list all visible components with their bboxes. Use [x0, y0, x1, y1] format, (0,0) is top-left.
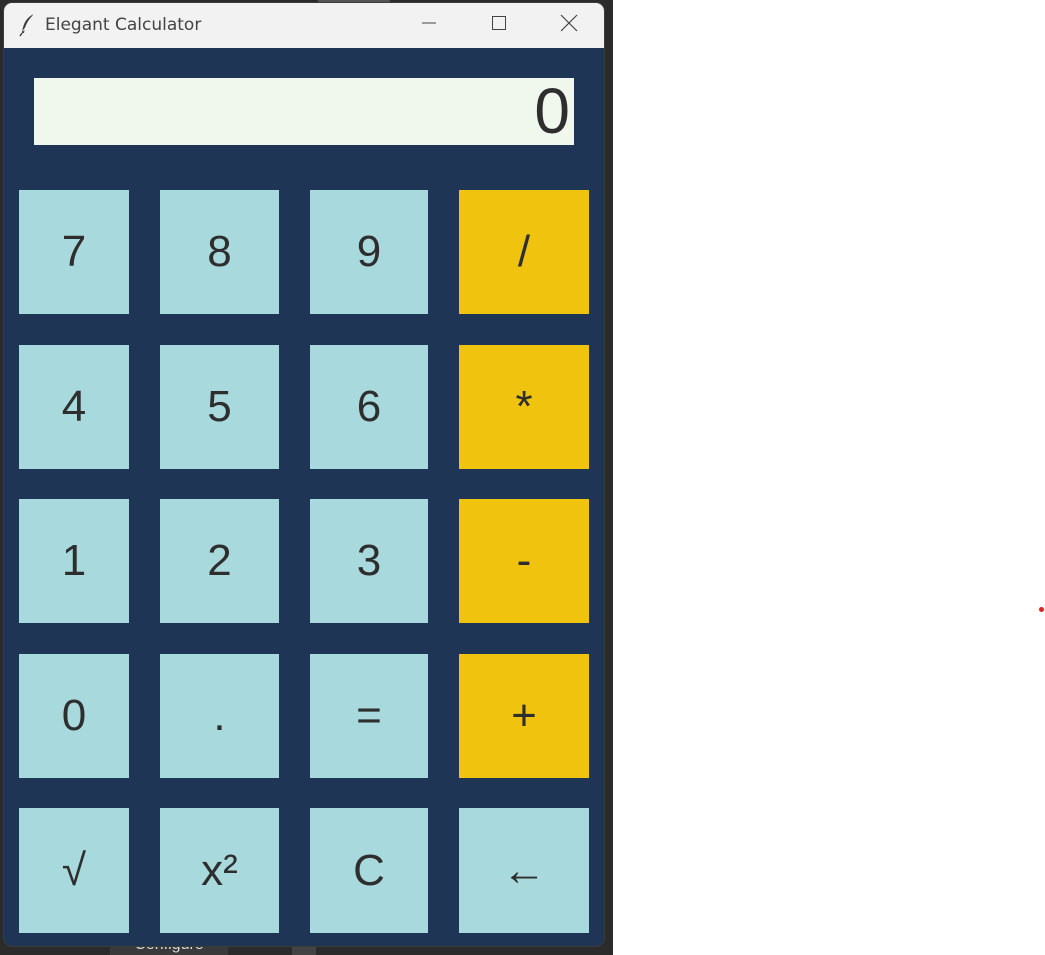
- key-3[interactable]: 3: [310, 499, 428, 623]
- key-6[interactable]: 6: [310, 345, 428, 469]
- key-multiply[interactable]: *: [459, 345, 589, 469]
- key-square-root[interactable]: √: [19, 808, 129, 933]
- maximize-icon: [491, 15, 507, 36]
- key-5[interactable]: 5: [160, 345, 279, 469]
- calculator-window: Elegant Calculator 0 7 8 9 / 4 5 6 * 1 2…: [4, 3, 604, 946]
- key-2[interactable]: 2: [160, 499, 279, 623]
- key-add[interactable]: +: [459, 654, 589, 778]
- key-decimal[interactable]: .: [160, 654, 279, 778]
- key-equals[interactable]: =: [310, 654, 428, 778]
- key-7[interactable]: 7: [19, 190, 129, 314]
- calculator-display: 0: [34, 78, 574, 145]
- key-8[interactable]: 8: [160, 190, 279, 314]
- key-9[interactable]: 9: [310, 190, 428, 314]
- close-button[interactable]: [546, 3, 592, 48]
- key-1[interactable]: 1: [19, 499, 129, 623]
- maximize-button[interactable]: [476, 3, 522, 48]
- key-subtract[interactable]: -: [459, 499, 589, 623]
- red-dot-marker: [1039, 607, 1044, 612]
- close-icon: [560, 14, 578, 37]
- window-title: Elegant Calculator: [45, 15, 202, 35]
- key-clear[interactable]: C: [310, 808, 428, 933]
- key-4[interactable]: 4: [19, 345, 129, 469]
- feather-icon: [18, 13, 38, 37]
- key-backspace[interactable]: ←: [459, 808, 589, 933]
- key-0[interactable]: 0: [19, 654, 129, 778]
- title-bar[interactable]: Elegant Calculator: [4, 3, 604, 48]
- minimize-icon: [421, 15, 437, 36]
- key-square[interactable]: x²: [160, 808, 279, 933]
- minimize-button[interactable]: [406, 3, 452, 48]
- key-divide[interactable]: /: [459, 190, 589, 314]
